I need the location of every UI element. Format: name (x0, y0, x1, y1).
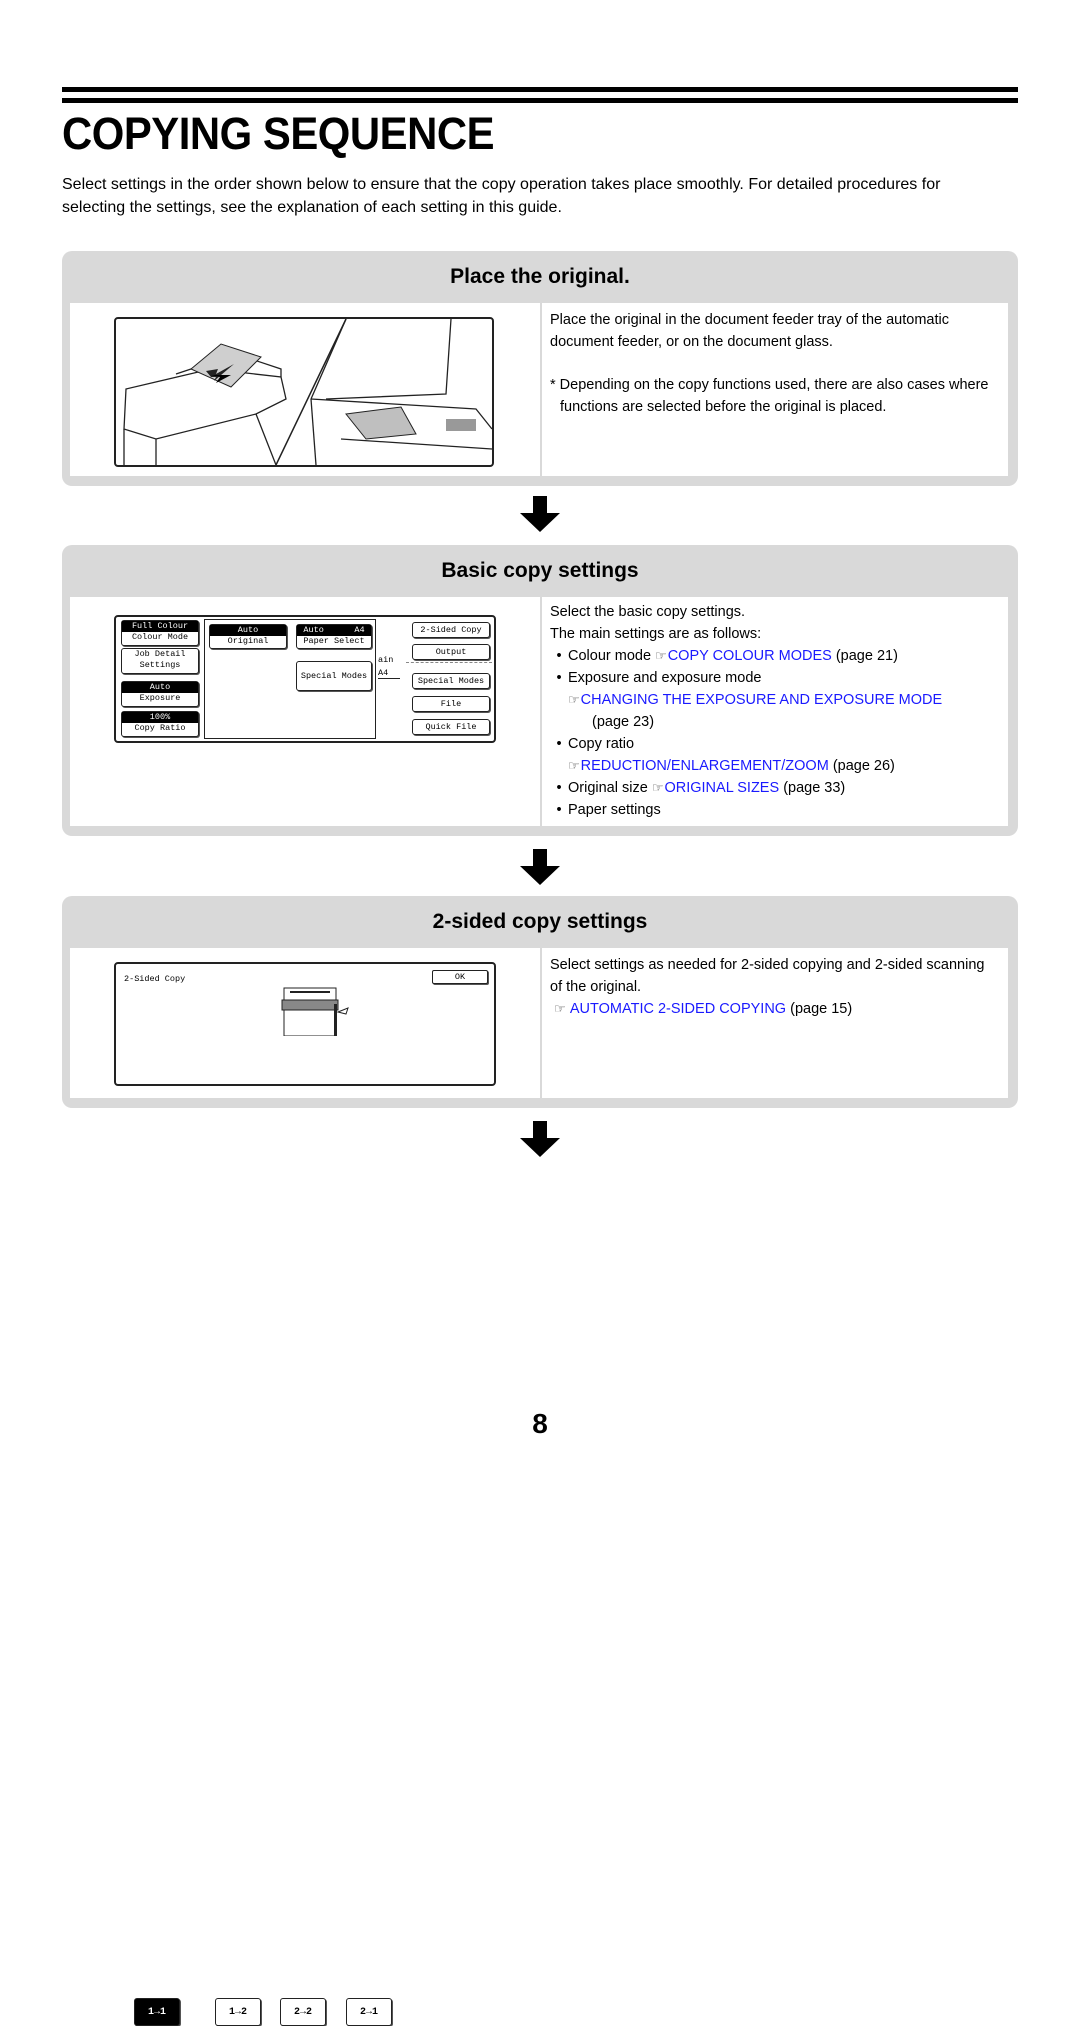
output-button[interactable]: Output (412, 644, 490, 660)
pointing-hand-icon: ☞ (568, 692, 580, 707)
background-text: ain (378, 655, 394, 665)
pointing-hand-icon: ☞ (655, 648, 667, 663)
colour-mode-button[interactable]: Full Colour Colour Mode (121, 620, 199, 646)
illustration-area (70, 303, 542, 476)
step-basic-copy-settings: Basic copy settings Full Colour Colour M… (62, 545, 1018, 836)
link-reduction-enlargement-zoom[interactable]: REDUCTION/ENLARGEMENT/ZOOM (581, 758, 829, 774)
screen-title: 2-Sided Copy (124, 974, 186, 984)
place-original-text: Place the original in the document feede… (550, 312, 949, 350)
step-heading: 2-sided copy settings (432, 910, 648, 933)
copy-ratio-button[interactable]: 100% Copy Ratio (121, 711, 199, 737)
two-sided-copy-button[interactable]: 2-Sided Copy (412, 622, 490, 638)
mode-1-to-2-button[interactable]: 1→2 (215, 1998, 261, 2026)
pointing-hand-icon: ☞ (568, 758, 580, 773)
step-place-original: Place the original. Place the original i… (62, 251, 1018, 486)
list-item-reference: ☞CHANGING THE EXPOSURE AND EXPOSURE MODE (550, 689, 998, 711)
two-sided-text: Select settings as needed for 2-sided co… (550, 957, 985, 995)
job-detail-settings-button[interactable]: Job Detail Settings (121, 648, 199, 674)
down-arrow-icon (520, 849, 560, 885)
link-automatic-2-sided-copying[interactable]: AUTOMATIC 2-SIDED COPYING (570, 1001, 786, 1017)
list-item-reference: ☞REDUCTION/ENLARGEMENT/ZOOM (page 26) (568, 758, 895, 774)
title-rule-bottom (62, 98, 1018, 103)
page-title: COPYING SEQUENCE (62, 108, 495, 159)
list-item: • Original size ☞ORIGINAL SIZES (page 33… (556, 780, 846, 796)
copier-icon (281, 987, 349, 1036)
down-arrow-icon (520, 496, 560, 532)
pointing-hand-icon: ☞ (554, 1001, 566, 1016)
illustration-area: 2-Sided Copy OK 1→1 1→2 2→2 2→1 (70, 948, 542, 2026)
quick-file-button[interactable]: Quick File (412, 719, 490, 735)
link-changing-exposure[interactable]: CHANGING THE EXPOSURE AND EXPOSURE MODE (581, 692, 943, 708)
background-text: A4 (378, 668, 400, 679)
copier-loading-illustration (123, 319, 492, 465)
page-reference: (page 23) (592, 714, 655, 730)
copier-illustration (114, 317, 494, 467)
two-sided-copy-screen: 2-Sided Copy OK (114, 962, 496, 1086)
link-copy-colour-modes[interactable]: COPY COLOUR MODES (668, 648, 832, 664)
mode-1-to-1-button[interactable]: 1→1 (134, 1998, 180, 2026)
ok-button[interactable]: OK (432, 970, 488, 984)
illustration-area: Full Colour Colour Mode Job Detail Setti… (70, 597, 542, 826)
link-original-sizes[interactable]: ORIGINAL SIZES (664, 780, 779, 796)
special-modes-button[interactable]: Special Modes (296, 661, 372, 691)
file-button[interactable]: File (412, 696, 490, 712)
two-sided-reference: ☞ AUTOMATIC 2-SIDED COPYING (page 15) (554, 1001, 853, 1017)
touch-panel-screen: Full Colour Colour Mode Job Detail Setti… (114, 615, 496, 743)
mode-2-to-2-button[interactable]: 2→2 (280, 1998, 326, 2026)
step-two-sided-copy-settings: 2-sided copy settings 2-Sided Copy OK 1→… (62, 896, 1018, 2026)
list-item: • Paper settings (556, 802, 661, 818)
list-item: • Colour mode ☞COPY COLOUR MODES (page 2… (556, 648, 898, 664)
place-original-note: * Depending on the copy functions used, … (550, 377, 989, 415)
paper-select-button[interactable]: Auto A4 Paper Select (296, 624, 372, 649)
list-item: • Exposure and exposure mode (556, 670, 762, 686)
intro-text: Select settings in the order shown below… (62, 176, 941, 216)
basic-settings-line1: Select the basic copy settings. (550, 604, 746, 620)
list-item: • Copy ratio (556, 736, 635, 752)
basic-settings-line2: The main settings are as follows: (550, 626, 762, 642)
exposure-button[interactable]: Auto Exposure (121, 681, 199, 707)
divider (406, 662, 492, 663)
title-rule-top (62, 87, 1018, 92)
page-number: 8 (532, 1408, 548, 1439)
mode-2-to-1-button[interactable]: 2→1 (346, 1998, 392, 2026)
special-modes-right-button[interactable]: Special Modes (412, 673, 490, 689)
original-button[interactable]: Auto Original (209, 624, 287, 649)
pointing-hand-icon: ☞ (651, 780, 664, 795)
down-arrow-icon (520, 1121, 560, 1157)
step-heading: Place the original. (450, 265, 630, 288)
step-heading: Basic copy settings (441, 559, 639, 582)
